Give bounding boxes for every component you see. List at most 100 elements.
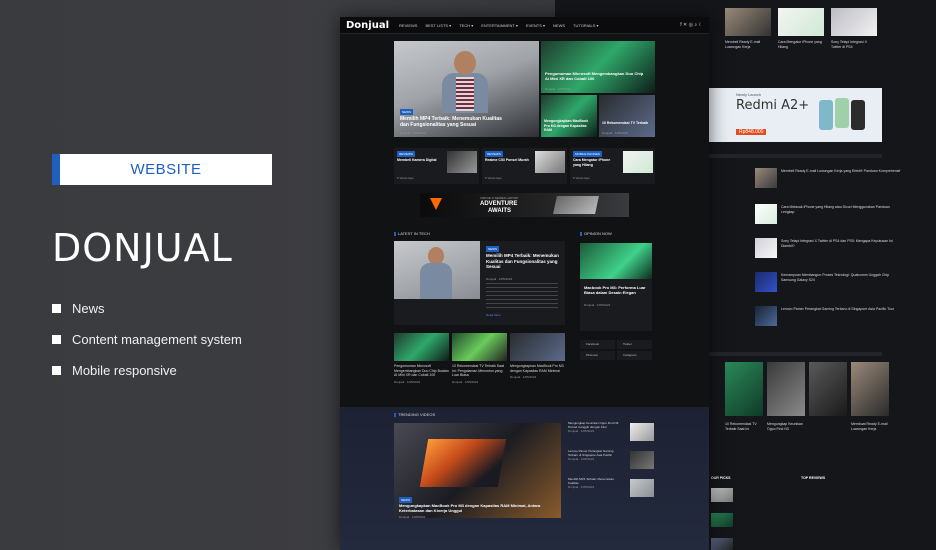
nav-item-reviews[interactable]: REVIEWS xyxy=(399,23,417,28)
small-card[interactable]: REVIEWS Membeli Kamera Digital 5 Views A… xyxy=(394,148,479,184)
thumb-image xyxy=(394,333,449,361)
card-tag: REVIEWS xyxy=(397,151,415,157)
list-item[interactable]: Lenovo Pamer Perangkat Gaming Terbaru di… xyxy=(755,306,915,332)
trend-item-title: Lenovo Pamer Perangkat Gaming Terbaru di… xyxy=(568,449,614,457)
side-title: Mengungkapkan MacBook Pro M3 dengan Kapa… xyxy=(544,119,589,132)
redmi-ad-banner[interactable]: Newly Launch Redmi A2+ Rp848.000 xyxy=(709,88,882,142)
trend-list-item[interactable]: Memilih MP4 Terbaik: Menemukan Kualitas … xyxy=(568,477,654,503)
our-picks-heading: OUR PICKS xyxy=(711,476,731,480)
article-tag: NEWS xyxy=(486,246,499,252)
mock-logo[interactable]: Donjual xyxy=(346,20,389,31)
card-tag: MOBILE PHONES xyxy=(573,151,602,157)
read-more-link[interactable]: Read More xyxy=(486,313,501,317)
trend-list-item[interactable]: Lenovo Pamer Perangkat Gaming Terbaru di… xyxy=(568,449,654,475)
list-item[interactable]: Membeli Ready E-mail Lowongan Kerja yang… xyxy=(755,168,915,194)
thumb-meta: Donjual · 1/05/2024 xyxy=(510,375,537,379)
opinion-card[interactable]: Macbook Pro M3: Performa Luar Biasa dala… xyxy=(580,243,652,331)
strip-image[interactable] xyxy=(851,362,889,416)
bullet-icon xyxy=(52,366,61,375)
ad-subtitle: Newly Launch xyxy=(736,92,762,97)
nav-social-icons[interactable]: f ✕ ◎ ⌕ ☾ xyxy=(680,22,703,28)
strip-image[interactable] xyxy=(809,362,847,416)
latest-tech-card[interactable]: NEWS Memilih MP4 Terbaik: Menemukan Kual… xyxy=(394,241,565,325)
card-title: Cara Mengatur iPhone yang Hilang xyxy=(573,158,611,167)
phone-image xyxy=(835,98,849,128)
trending-list: Mengungkap Keunikan Oppo Find N3: Ponsel… xyxy=(568,421,654,505)
hero-side-card[interactable]: Pengumuman Microsoft Mengembangkan Duo C… xyxy=(541,41,655,93)
strip-title: Mengungkap Keunikan Oppo Find N3 xyxy=(767,422,803,431)
trend-item-image xyxy=(630,479,654,497)
hero-side-card[interactable]: Mengungkapkan MacBook Pro M3 dengan Kapa… xyxy=(541,95,597,137)
hero-tag[interactable]: NEWS xyxy=(400,109,413,115)
ad-headline-1: ADVENTURE xyxy=(480,201,518,207)
laptop-image xyxy=(553,196,599,214)
brand-logo-icon xyxy=(430,198,442,210)
trend-item-title: Memilih MP4 Terbaik: Menemukan Kualitas xyxy=(568,477,614,485)
ad-small-text: VIRTUE S SERIES LAPTOP xyxy=(480,196,519,200)
small-card[interactable]: MOBILE PHONES Cara Mengatur iPhone yang … xyxy=(570,148,655,184)
nav-item-best-lists[interactable]: BEST LISTS ▾ xyxy=(425,23,451,28)
thumb-grid: Pengumuman Microsoft Mengembangkan Duo C… xyxy=(394,333,565,395)
nav-item-tech[interactable]: TECH ▾ xyxy=(459,23,473,28)
facebook-link[interactable]: Facebook xyxy=(580,340,615,349)
instagram-link[interactable]: Instagram xyxy=(617,351,652,360)
trend-list-item[interactable]: Mengungkap Keunikan Oppo Find N3: Ponsel… xyxy=(568,421,654,447)
strip-title: 10 Rekomendasi TV Terbaik Saat Ini xyxy=(725,422,757,431)
list-image xyxy=(755,272,777,292)
card-thumb xyxy=(623,151,653,173)
phone-image xyxy=(851,100,865,130)
hero-main-card[interactable]: NEWS Memilih MP4 Terbaik: Menemukan Kual… xyxy=(394,41,539,137)
ad-headline-2: AWAITS xyxy=(488,208,512,214)
opinion-image xyxy=(580,243,652,279)
thumb-card[interactable]: 10 Rekomendasi TV Terbaik Saat Ini: Peng… xyxy=(452,333,507,395)
article-title: Memilih MP4 Terbaik: Menemukan Kualitas … xyxy=(486,253,559,269)
feature-label: News xyxy=(72,301,105,316)
opinion-title: Macbook Pro M3: Performa Luar Biasa dala… xyxy=(584,285,646,295)
strip-image[interactable] xyxy=(767,362,805,416)
nav-item-tutorials[interactable]: TUTORIALS ▾ xyxy=(573,23,599,28)
hero-meta: Donjual · 1/05/2024 xyxy=(400,131,427,135)
list-image xyxy=(755,204,777,224)
list-title: Lenovo Pamer Perangkat Gaming Terbaru di… xyxy=(781,307,894,311)
pick-image[interactable] xyxy=(711,513,733,527)
phone-image xyxy=(819,100,833,130)
side-meta: Donjual · 1/05/2024 xyxy=(545,87,572,91)
twitter-link[interactable]: Twitter xyxy=(617,340,652,349)
ad-banner[interactable]: VIRTUE S SERIES LAPTOP ADVENTURE AWAITS xyxy=(420,193,629,217)
strip-image[interactable] xyxy=(725,362,763,416)
nav-item-entertainment[interactable]: ENTERTAINMENT ▾ xyxy=(481,23,518,28)
list-item[interactable]: Cara Melacak iPhone yang Hilang atau Dic… xyxy=(755,204,915,230)
trending-main-video[interactable]: NEWS Mengungkapkan MacBook Pro M3 dengan… xyxy=(394,423,561,519)
small-card[interactable]: REVIEWS Realme C53 Ponsel Murah 5 Views … xyxy=(482,148,567,184)
strip-title: Membuat Ready E-mail Lowongan Kerja xyxy=(851,422,888,431)
list-title: Cara Melacak iPhone yang Hilang atau Dic… xyxy=(781,205,890,214)
nav-item-events[interactable]: EVENTS ▾ xyxy=(526,23,545,28)
hero-title[interactable]: Memilih MP4 Terbaik: Menemukan Kualitas … xyxy=(400,116,510,128)
card-title[interactable]: Cara Mengatur iPhone yang Hilang xyxy=(778,40,824,49)
list-item[interactable]: Kemampuan Membangun Proses Teknologi: Qu… xyxy=(755,272,915,298)
small-card-row: REVIEWS Membeli Kamera Digital 5 Views A… xyxy=(394,148,655,184)
feature-label: Content management system xyxy=(72,332,242,347)
trending-videos-section: TRENDING VIDEOS NEWS Mengungkapkan MacBo… xyxy=(340,407,709,550)
ad-title: Redmi A2+ xyxy=(736,98,810,113)
thumb-card[interactable]: Mengungkapkan MacBook Pro M3 dengan Kapa… xyxy=(510,333,565,395)
hero-side-card[interactable]: 10 Rekomendasi TV Terbaik Donjual · 1/05… xyxy=(599,95,655,137)
pick-image[interactable] xyxy=(711,538,733,550)
top-reviews-heading: TOP REVIEWS xyxy=(801,476,826,480)
person-head xyxy=(454,51,476,75)
card-title[interactable]: Membeli Ready E-mail Lowongan Kerja xyxy=(725,40,771,49)
thumb-card[interactable]: Pengumuman Microsoft Mengembangkan Duo C… xyxy=(394,333,449,395)
divider xyxy=(709,352,882,356)
thumb-image xyxy=(452,333,507,361)
mock-navbar: Donjual REVIEWS BEST LISTS ▾ TECH ▾ ENTE… xyxy=(340,17,709,34)
card-thumb xyxy=(535,151,565,173)
thumb-meta: Donjual · 1/05/2024 xyxy=(452,379,479,384)
article-excerpt xyxy=(486,283,558,309)
thumb-meta: Donjual · 1/05/2024 xyxy=(394,379,421,384)
pick-image[interactable] xyxy=(711,488,733,502)
list-item[interactable]: Sony Tetapi Integrasi X Twitter di PS4 d… xyxy=(755,238,915,264)
pinterest-link[interactable]: Pinterest xyxy=(580,351,615,360)
feature-item: Mobile responsive xyxy=(52,355,242,386)
nav-item-news[interactable]: NEWS xyxy=(553,23,565,28)
card-title[interactable]: Sony Tetapi Integrasi X Twitter di PS4 xyxy=(831,40,877,49)
